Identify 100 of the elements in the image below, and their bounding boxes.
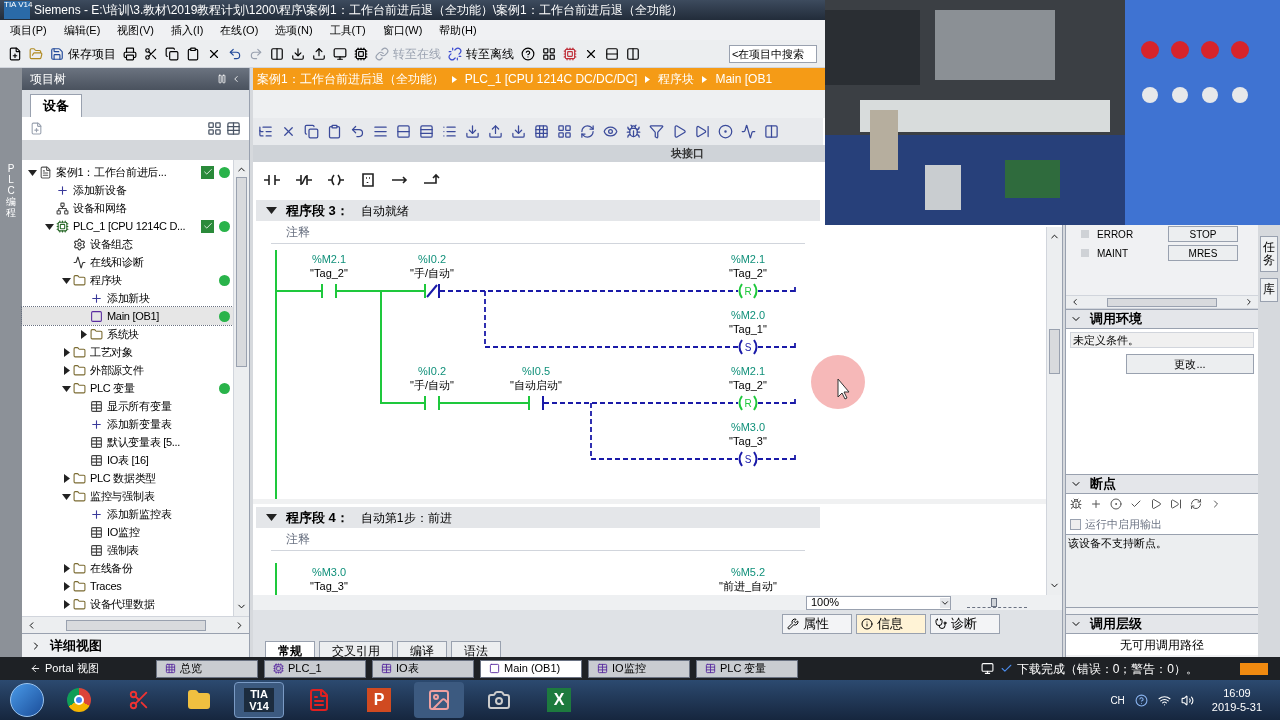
tree-item[interactable]: 强制表 (22, 541, 233, 559)
tree-item[interactable]: 默认变量表 [5... (22, 433, 233, 451)
coil: R (738, 395, 758, 411)
taskbar-app[interactable]: P (354, 682, 404, 718)
go-offline-button[interactable]: 转至离线 (448, 44, 514, 63)
tree-item[interactable]: Traces (22, 577, 233, 595)
tree-item[interactable]: 工艺对象 (22, 343, 233, 361)
tree-item[interactable]: PLC_1 [CPU 1214C D... (22, 217, 233, 235)
tab[interactable]: 属性 (782, 614, 852, 634)
editor-tab[interactable]: PLC_1 (264, 659, 366, 678)
operand-address: %M3.0 (730, 421, 766, 434)
menu-item[interactable]: 编辑(E) (63, 21, 101, 39)
menu-item[interactable]: 在线(O) (220, 21, 259, 39)
window-title: Siemens - E:\培训\3.教材\2019教程计划\1200\程序\案例1：工作台前进后退（全功能）\案例1：工作台前进后退（全功能） (34, 2, 683, 19)
tree-item[interactable]: 添加新设备 (22, 181, 233, 199)
detail-view-header[interactable]: 详细视图 (22, 633, 249, 657)
tree-item[interactable]: 系统块 (22, 325, 233, 343)
tree-item[interactable]: 添加新块 (22, 289, 233, 307)
breakpoint-message: 该设备不支持断点。 (1068, 537, 1167, 549)
language-indicator[interactable]: CH (1110, 692, 1125, 708)
operand-address: %M2.1 (730, 365, 766, 378)
operand-tag: "自动启动" (510, 379, 562, 392)
tab[interactable]: 编译 (397, 641, 447, 657)
tree-item[interactable]: 监控与强制表 (22, 487, 233, 505)
menu-item[interactable]: 窗口(W) (382, 21, 423, 39)
menu-item[interactable]: 选项(N) (275, 21, 313, 39)
tree-item[interactable]: 设备和网络 (22, 199, 233, 217)
operand-tag: "Tag_1" (729, 323, 767, 336)
tree-item[interactable]: PLC 数据类型 (22, 469, 233, 487)
tree-item[interactable]: 程序块 (22, 271, 233, 289)
led-label: MAINT (1097, 246, 1129, 261)
operand-tag: "手/自动" (410, 267, 454, 280)
panel-title: 详细视图 (50, 636, 102, 655)
tree-item[interactable]: IO监控 (22, 523, 233, 541)
tree-item[interactable]: 案例1：工作台前进后... (22, 163, 233, 181)
network-header[interactable]: 程序段 3： 自动就绪 (256, 200, 820, 221)
save-button[interactable]: 保存项目 (50, 44, 116, 63)
editor-tab[interactable]: IO监控 (588, 659, 690, 678)
tree-item[interactable]: 显示所有变量 (22, 397, 233, 415)
menu-item[interactable]: 工具(T) (329, 21, 366, 39)
comment-label: 注释 (286, 531, 310, 548)
panel-title: 项目树 (30, 71, 66, 88)
checkbox-label: 运行中启用输出 (1085, 516, 1162, 532)
section-header[interactable]: 断点 (1066, 474, 1258, 494)
tree-item[interactable]: 设备代理数据 (22, 595, 233, 613)
tab[interactable]: 交叉引用 (319, 641, 393, 657)
section-header[interactable]: 调用层级 (1066, 614, 1258, 634)
operand-address: %I0.5 (521, 365, 551, 378)
taskbar-app[interactable]: X (534, 682, 584, 718)
section-title: 断点 (1090, 475, 1116, 494)
tab[interactable]: 常规 (265, 641, 315, 657)
portal-view-button[interactable]: Portal 视图 (0, 660, 150, 677)
side-tab[interactable]: 库 (1260, 278, 1278, 302)
cpu-button[interactable]: MRES (1168, 245, 1238, 261)
menu-item[interactable]: 插入(I) (171, 21, 204, 39)
tree-item[interactable]: 添加新变量表 (22, 415, 233, 433)
operand-address: %M2.1 (311, 253, 347, 266)
network-header[interactable]: 程序段 4： 自动第1步：前进 (256, 507, 820, 528)
editor-tab[interactable]: PLC 变量 (696, 659, 798, 678)
network-title: 自动第1步：前进 (360, 509, 452, 527)
menu-item[interactable]: 视图(V) (117, 21, 154, 39)
tab[interactable]: 语法 (451, 641, 501, 657)
call-path-message: 无可用调用路径 (1120, 636, 1204, 654)
tree-item[interactable]: PLC 变量 (22, 379, 233, 397)
condition-field: 未定义条件。 (1070, 332, 1254, 348)
tree-item[interactable]: 添加新监控表 (22, 505, 233, 523)
operand-tag: "Tag_2" (310, 267, 348, 280)
menu-item[interactable]: 项目(P) (10, 21, 47, 39)
search-field[interactable]: <在项目中搜索 (729, 44, 817, 63)
tab[interactable]: 信息 (856, 614, 926, 634)
editor-tab[interactable]: IO表 (372, 659, 474, 678)
editor-tab[interactable]: Main (OB1) (480, 659, 582, 678)
clock[interactable]: 16:09 2019-5-31 (1203, 686, 1270, 714)
operand-tag: "Tag_3" (729, 435, 767, 448)
taskbar-app[interactable]: TIA V14 (234, 682, 284, 718)
change-button[interactable]: 更改... (1126, 354, 1254, 374)
operand-address: %I0.2 (417, 365, 447, 378)
tree-item[interactable]: 在线和诊断 (22, 253, 233, 271)
status-message: 下载完成（错误：0；警告：0）。 (1016, 660, 1198, 678)
interface-label[interactable]: 块接口 (671, 145, 704, 162)
cpu-button[interactable]: STOP (1168, 226, 1238, 242)
side-tab[interactable]: 任务 (1260, 236, 1278, 273)
editor-tab[interactable]: 总览 (156, 659, 258, 678)
tree-item[interactable]: 在线备份 (22, 559, 233, 577)
operand-address: %M3.0 (311, 566, 347, 579)
operand-address: %M2.1 (730, 253, 766, 266)
section-title: 调用环境 (1090, 310, 1142, 329)
tab[interactable]: 设备 (30, 94, 82, 117)
operand-tag: "手/自动" (410, 379, 454, 392)
tab[interactable]: 诊断 (930, 614, 1000, 634)
tree-item[interactable]: 外部源文件 (22, 361, 233, 379)
menu-item[interactable]: 帮助(H) (439, 21, 477, 39)
section-header[interactable]: 调用环境 (1066, 309, 1258, 329)
tree-item[interactable]: IO表 [16] (22, 451, 233, 469)
operand-tag: "Tag_2" (729, 267, 767, 280)
operand-address: %M5.2 (730, 566, 766, 579)
led-label: ERROR (1097, 227, 1134, 242)
zoom-dropdown[interactable]: 100% (806, 595, 951, 610)
tree-item[interactable]: 设备组态 (22, 235, 233, 253)
tree-item[interactable]: Main [OB1] (22, 307, 233, 325)
